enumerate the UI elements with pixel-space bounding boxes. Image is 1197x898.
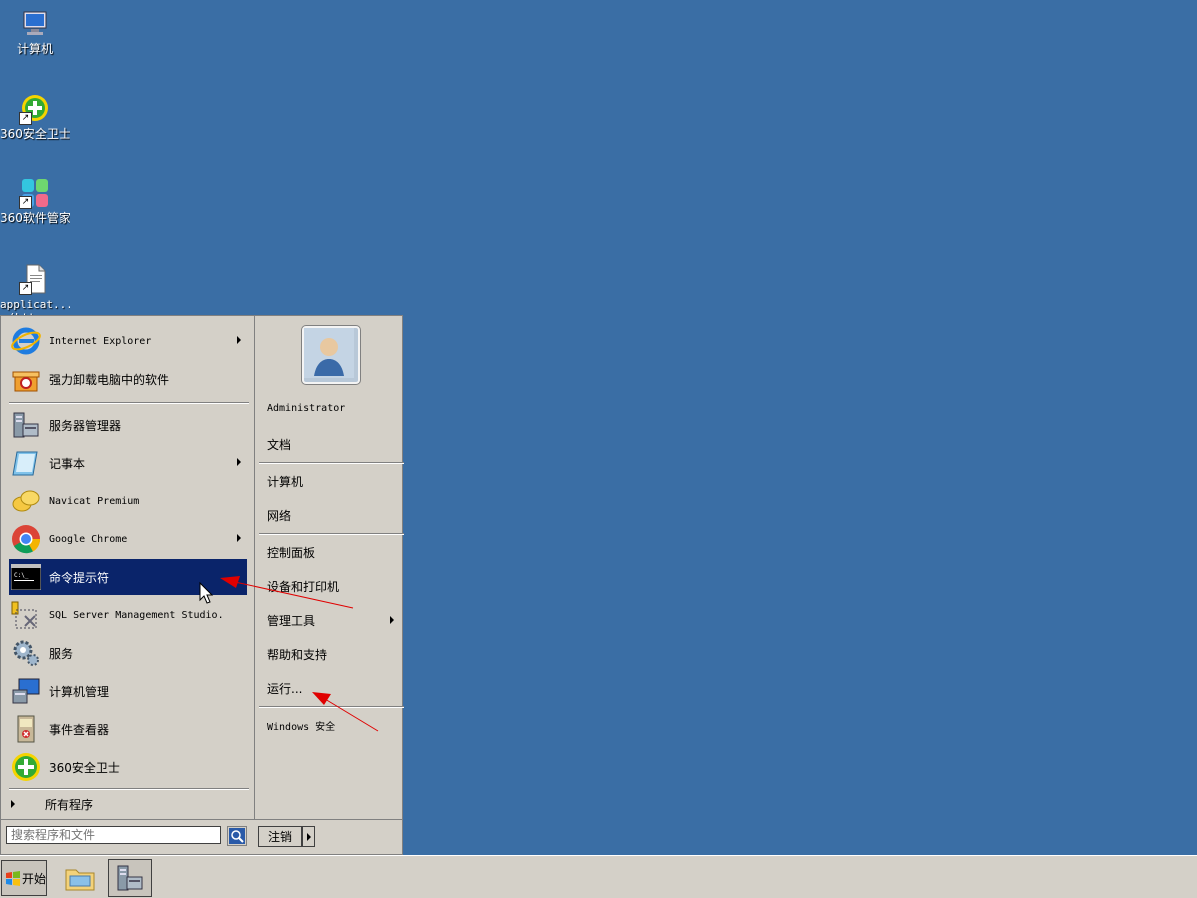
desktop-icon-computer[interactable]: 计算机 (0, 8, 70, 57)
windows-explorer-icon (65, 869, 95, 891)
places-item-devices-printers[interactable]: 设备和打印机 (267, 578, 339, 595)
start-menu: Internet Explorer 强力卸载电脑中的软件 服务器管理器 记事本 (0, 315, 404, 855)
submenu-arrow-icon (237, 458, 241, 466)
server-manager-icon (117, 865, 143, 891)
desktop-icon-label: 360软件管家 (0, 211, 70, 225)
all-programs-item[interactable]: 所有程序 (9, 793, 247, 815)
start-item-label: 计算机管理 (49, 684, 110, 699)
start-item-label: Navicat Premium (49, 495, 140, 507)
places-item-documents[interactable]: 文档 (267, 436, 291, 453)
taskbar: 开始 (0, 855, 1197, 898)
submenu-arrow-icon (390, 616, 394, 624)
start-item-chrome[interactable]: Google Chrome (9, 521, 247, 557)
desktop-icon-label: 360安全卫士 (0, 127, 70, 141)
user-avatar[interactable] (302, 326, 360, 384)
desktop-icon-label: applicat... (0, 298, 70, 311)
menu-separator (9, 402, 249, 404)
all-programs-label: 所有程序 (45, 797, 94, 812)
application-file-icon: ↗ (19, 263, 51, 295)
start-item-label: SQL Server Management Studio. (49, 609, 224, 621)
svg-text:C:\_: C:\_ (14, 572, 29, 579)
search-input[interactable] (6, 826, 221, 844)
notepad-icon (10, 447, 42, 479)
start-button[interactable]: 开始 (1, 860, 47, 896)
places-item-control-panel[interactable]: 控制面板 (267, 544, 315, 561)
start-item-label: 服务器管理器 (49, 418, 122, 433)
computer-management-icon (10, 675, 42, 707)
command-prompt-icon: C:\_ (10, 561, 42, 593)
search-button[interactable] (227, 826, 247, 846)
sql-server-icon (10, 599, 42, 631)
start-item-label: 服务 (49, 646, 74, 661)
navicat-icon (10, 485, 42, 517)
start-item-label: 事件查看器 (49, 722, 110, 737)
start-menu-places-pane: Administrator 文档 计算机 网络 控制面板 设备和打印机 管理工具… (254, 316, 404, 819)
start-item-360-security[interactable]: 360安全卫士 (9, 749, 247, 785)
user-picture-icon (304, 328, 354, 378)
menu-separator (259, 706, 404, 708)
start-menu-search-bar: 注销 (1, 819, 402, 855)
all-programs-arrow-icon (11, 800, 15, 808)
user-name[interactable]: Administrator (267, 403, 345, 414)
menu-separator (259, 462, 404, 464)
places-item-network[interactable]: 网络 (267, 507, 291, 524)
services-icon (10, 637, 42, 669)
start-menu-programs-pane: Internet Explorer 强力卸载电脑中的软件 服务器管理器 记事本 (4, 319, 253, 819)
server-manager-icon (10, 409, 42, 441)
event-viewer-icon (10, 713, 42, 745)
shortcut-arrow-icon: ↗ (19, 112, 32, 125)
desktop-icon-application[interactable]: ↗ applicat... (http... (0, 263, 70, 321)
start-item-label: 360安全卫士 (49, 760, 120, 775)
360-software-manager-icon: ↗ (19, 177, 51, 209)
places-item-computer[interactable]: 计算机 (267, 473, 303, 490)
uninstall-icon (10, 363, 42, 395)
shortcut-arrow-icon: ↗ (19, 282, 32, 295)
logoff-button[interactable]: 注销 (258, 826, 302, 847)
start-item-server-manager[interactable]: 服务器管理器 (9, 407, 247, 443)
places-item-run[interactable]: 运行... (267, 680, 302, 697)
submenu-arrow-icon (237, 336, 241, 344)
internet-explorer-icon (10, 325, 42, 357)
places-item-admin-tools[interactable]: 管理工具 (267, 612, 315, 629)
start-item-sql-server[interactable]: SQL Server Management Studio. (9, 597, 247, 633)
start-item-label: Internet Explorer (49, 335, 152, 347)
start-item-event-viewer[interactable]: 事件查看器 (9, 711, 247, 747)
start-item-notepad[interactable]: 记事本 (9, 445, 247, 481)
taskbar-item-server-manager[interactable] (108, 859, 152, 897)
360-security-icon (10, 751, 42, 783)
desktop-icon-360-security[interactable]: ↗ 360安全卫士 (0, 93, 70, 142)
start-item-computer-management[interactable]: 计算机管理 (9, 673, 247, 709)
start-item-uninstall[interactable]: 强力卸载电脑中的软件 (9, 361, 247, 397)
taskbar-item-explorer[interactable] (58, 859, 102, 897)
chrome-icon (10, 523, 42, 555)
places-item-help[interactable]: 帮助和支持 (267, 646, 327, 663)
windows-logo-icon (6, 871, 20, 886)
start-item-label: 强力卸载电脑中的软件 (49, 372, 170, 387)
menu-separator (259, 533, 404, 535)
start-item-internet-explorer[interactable]: Internet Explorer (9, 323, 247, 359)
places-item-windows-security[interactable]: Windows 安全 (267, 718, 335, 733)
submenu-arrow-icon (237, 534, 241, 542)
search-icon (229, 828, 245, 844)
start-item-services[interactable]: 服务 (9, 635, 247, 671)
computer-icon (19, 8, 51, 40)
start-item-label: Google Chrome (49, 533, 128, 545)
start-item-label: 记事本 (49, 456, 86, 471)
start-item-command-prompt[interactable]: C:\_ 命令提示符 (9, 559, 247, 595)
desktop-icon-360-software-manager[interactable]: ↗ 360软件管家 (0, 177, 70, 226)
start-item-label: 命令提示符 (49, 570, 110, 585)
360-security-icon: ↗ (19, 93, 51, 125)
shutdown-options-button[interactable] (302, 826, 315, 847)
shortcut-arrow-icon: ↗ (19, 196, 32, 209)
desktop-icon-label: 计算机 (16, 42, 53, 56)
start-label: 开始 (22, 871, 47, 886)
start-item-navicat[interactable]: Navicat Premium (9, 483, 247, 519)
menu-separator (9, 788, 249, 790)
